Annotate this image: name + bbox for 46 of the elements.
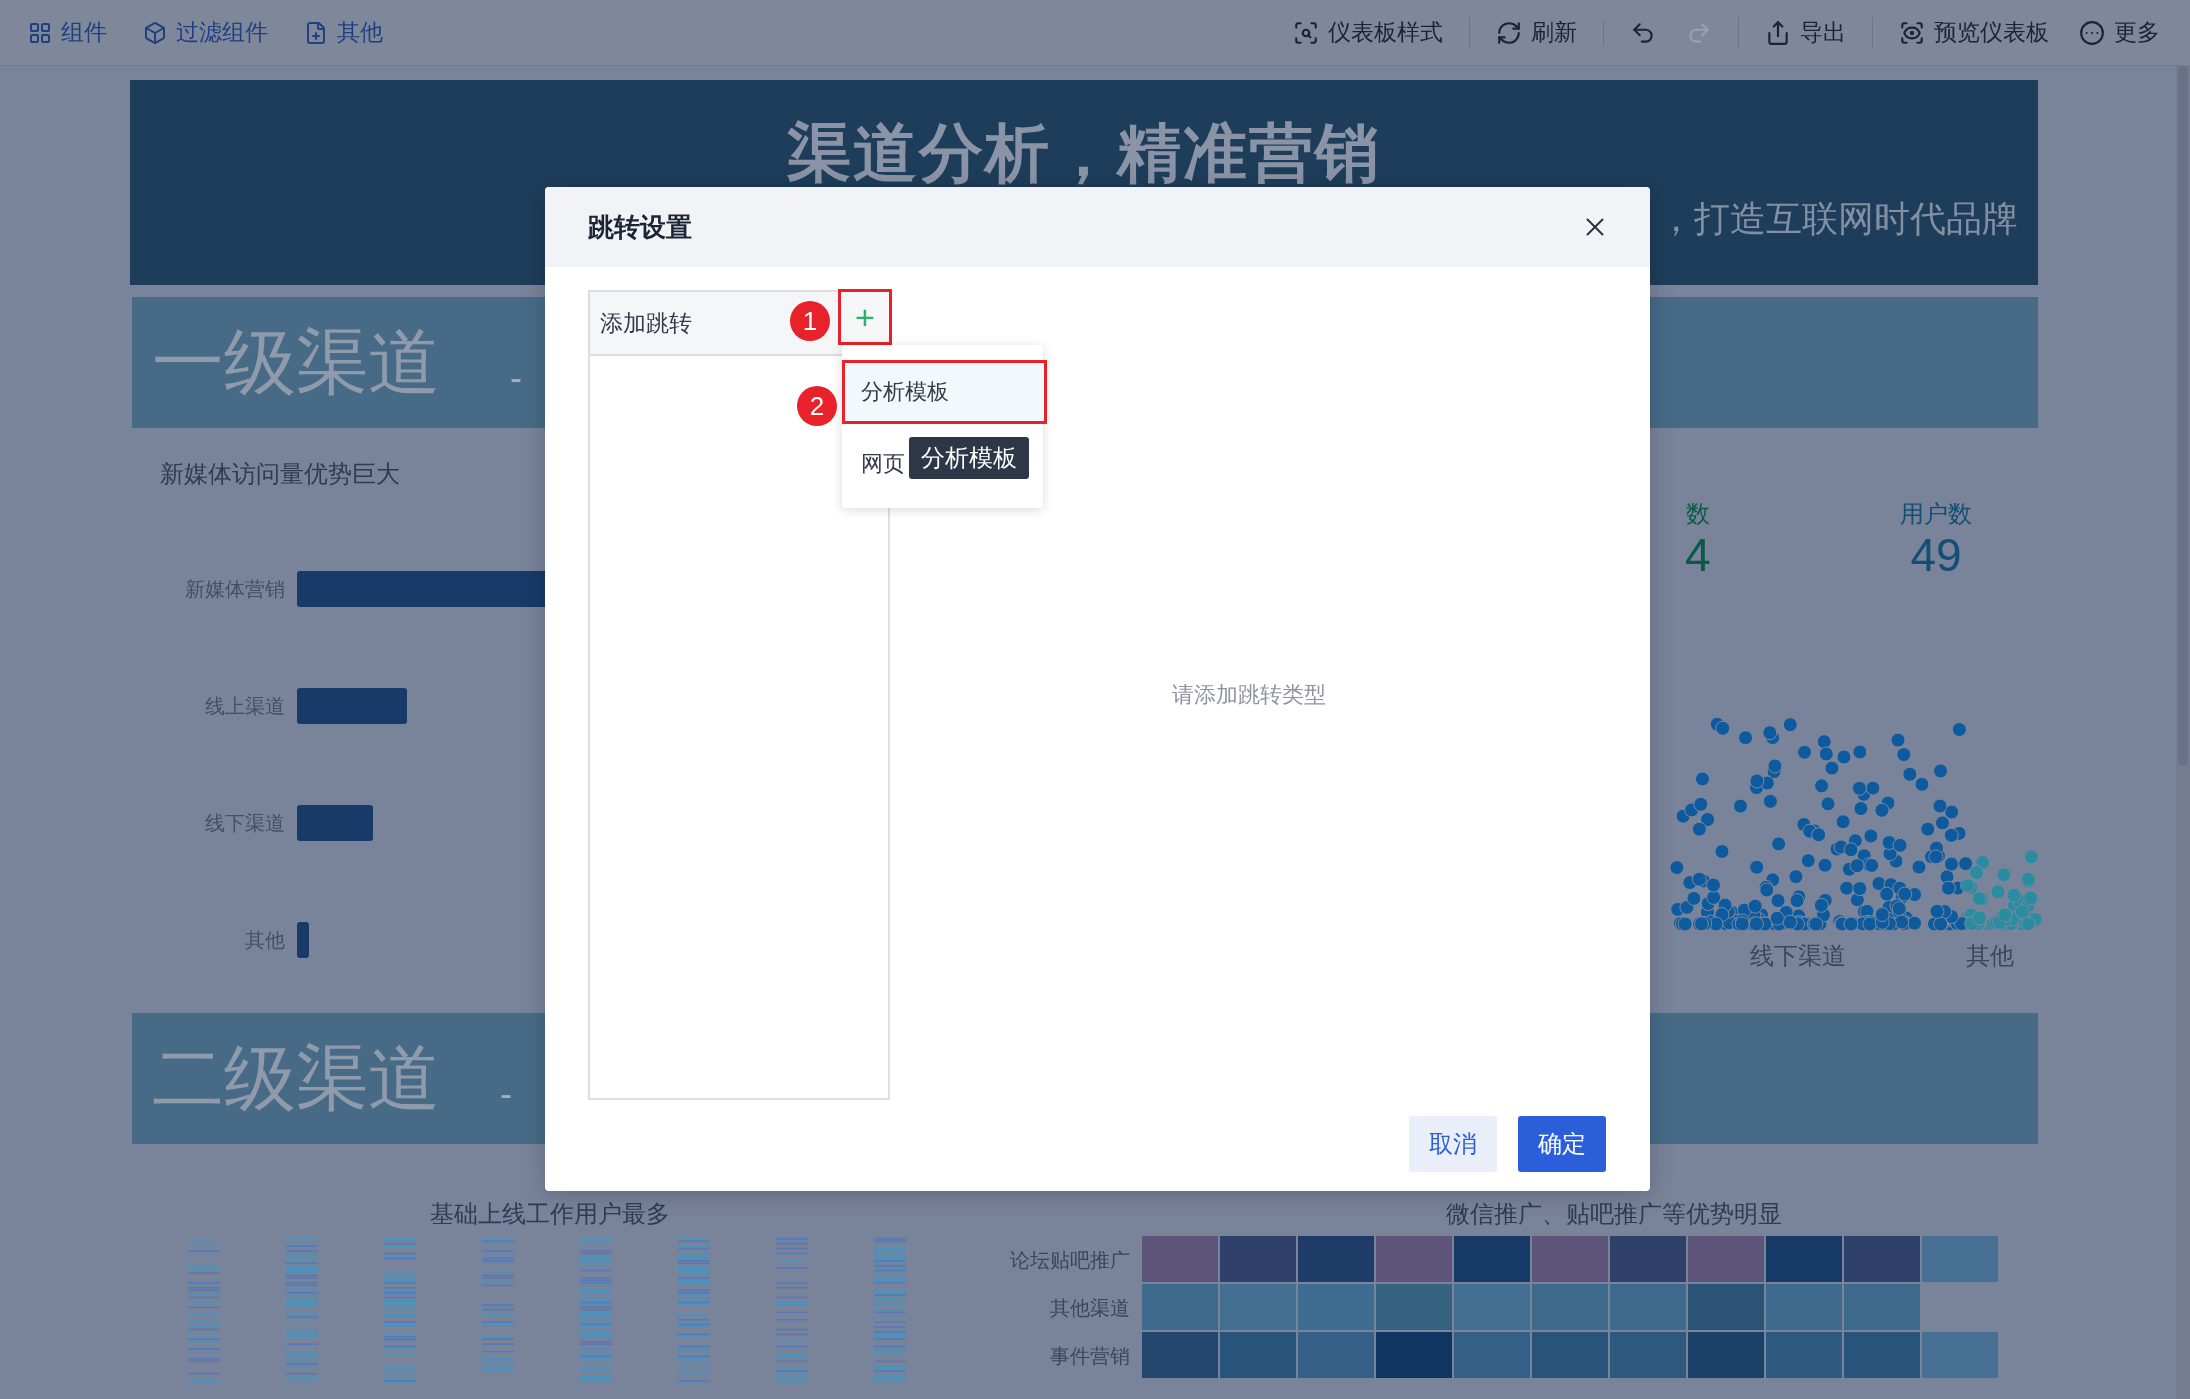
section-title: 一级渠道 xyxy=(152,320,440,404)
toolbar-button[interactable]: 更多 xyxy=(2079,17,2160,48)
axis-label: 其他 xyxy=(1966,941,2014,971)
banner-subtitle: ，打造互联网时代品牌 xyxy=(1658,197,2018,241)
metric-label: 用户数 xyxy=(1900,499,1972,529)
toolbar-button[interactable]: 预览仪表板 xyxy=(1899,17,2049,48)
callout-badge: 2 xyxy=(797,386,837,426)
section-subtitle: - xyxy=(510,356,522,399)
toolbar-button[interactable]: 其他 xyxy=(304,17,383,48)
eye-frame-icon xyxy=(1899,19,1925,46)
heatmap-row-label: 其他渠道 xyxy=(1050,1296,1130,1321)
section-title: 二级渠道 xyxy=(152,1036,440,1120)
scrollbar[interactable] xyxy=(2176,66,2190,1399)
chart-title: 基础上线工作用户最多 xyxy=(429,1199,671,1229)
menu-item[interactable]: 分析模板 xyxy=(842,360,1047,424)
banner-title: 渠道分析，精准营销 xyxy=(787,116,1381,191)
add-button[interactable]: + xyxy=(838,289,892,345)
chart-title: 微信推广、贴吧推广等优势明显 xyxy=(1446,1199,1782,1229)
frame-search-icon xyxy=(1293,19,1319,46)
metric-value: 49 xyxy=(1910,530,1962,581)
confirm-button[interactable]: 确定 xyxy=(1518,1116,1606,1172)
toolbar-button[interactable]: 过滤组件 xyxy=(143,17,268,48)
share-icon xyxy=(1765,19,1791,46)
cube-icon xyxy=(143,20,167,45)
axis-label: 线下渠道 xyxy=(1750,941,1846,971)
metric-label: 数 xyxy=(1685,499,1710,529)
heatmap-row-label: 事件营销 xyxy=(1050,1344,1130,1369)
toolbar-button[interactable]: 刷新 xyxy=(1496,17,1577,48)
file-plus-icon xyxy=(304,20,328,45)
metric-value: 4 xyxy=(1685,530,1711,581)
toolbar-button[interactable]: 仪表板样式 xyxy=(1293,17,1443,48)
toolbar-button[interactable]: 组件 xyxy=(28,17,107,48)
more-icon xyxy=(2079,19,2105,46)
toolbar-button[interactable]: 导出 xyxy=(1765,17,1846,48)
refresh-icon xyxy=(1496,19,1522,46)
cancel-button[interactable]: 取消 xyxy=(1409,1116,1497,1172)
panel-header-label: 添加跳转 xyxy=(600,308,692,338)
callout-badge: 1 xyxy=(790,301,830,341)
empty-hint: 请添加跳转类型 xyxy=(1171,681,1326,709)
grid-icon xyxy=(28,20,52,45)
dialog-title: 跳转设置 xyxy=(588,210,692,244)
tooltip: 分析模板 xyxy=(909,437,1029,479)
chart-bar xyxy=(297,922,309,958)
chart-title: 新媒体访问量优势巨大 xyxy=(160,459,400,489)
heatmap-row-label: 论坛贴吧推广 xyxy=(1010,1248,1130,1273)
section-subtitle: - xyxy=(500,1072,512,1115)
